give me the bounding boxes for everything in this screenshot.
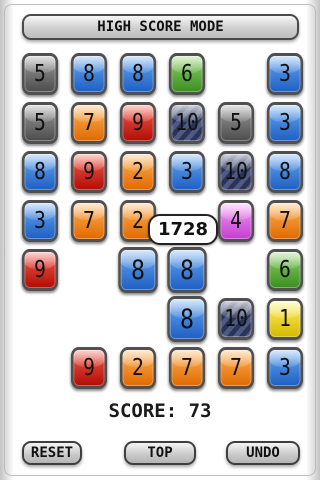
tile-r4-c0[interactable]: 9: [21, 249, 59, 291]
tile-r3-c1[interactable]: 7: [70, 200, 108, 242]
tile-r6-c1[interactable]: 9: [70, 347, 108, 389]
tile-r4-c5[interactable]: 6: [266, 249, 304, 291]
tile-value: 7: [181, 355, 193, 381]
tile-r2-c0[interactable]: 8: [21, 151, 59, 193]
tile-value: 8: [179, 254, 194, 286]
tile-value: 8: [34, 159, 46, 185]
tile-value: 2: [132, 355, 144, 381]
tile-value: 7: [279, 208, 291, 234]
tile-r6-c5[interactable]: 3: [266, 347, 304, 389]
tile-value: 10: [175, 110, 199, 136]
tile-value: 10: [224, 159, 248, 185]
tile-r0-c0[interactable]: 5: [21, 53, 59, 95]
tile-value: 9: [132, 110, 144, 136]
tile-r3-c0[interactable]: 3: [21, 200, 59, 242]
tile-r2-c1[interactable]: 9: [70, 151, 108, 193]
tile-value: 9: [83, 355, 95, 381]
tile-value: 9: [83, 159, 95, 185]
selection-score-bubble: 1728: [148, 214, 218, 245]
tile-value: 6: [181, 61, 193, 87]
tile-value: 7: [230, 355, 242, 381]
tile-value: 8: [83, 61, 95, 87]
tile-r6-c2[interactable]: 2: [119, 347, 157, 389]
tile-value: 3: [34, 208, 46, 234]
tile-value: 3: [181, 159, 193, 185]
tile-r2-c3[interactable]: 3: [168, 151, 206, 193]
undo-button[interactable]: UNDO: [226, 441, 300, 465]
tile-r0-c5[interactable]: 3: [266, 53, 304, 95]
tile-value: 5: [34, 110, 46, 136]
tile-r5-c5[interactable]: 1: [266, 298, 304, 340]
tile-r1-c1[interactable]: 7: [70, 102, 108, 144]
tile-value: 6: [279, 257, 291, 283]
tile-value: 7: [83, 110, 95, 136]
tile-r0-c3[interactable]: 6: [168, 53, 206, 95]
tile-value: 3: [279, 110, 291, 136]
tile-value: 3: [279, 61, 291, 87]
reset-button[interactable]: RESET: [22, 441, 82, 465]
tile-r4-c2[interactable]: 8: [118, 247, 158, 293]
tile-value: 8: [132, 61, 144, 87]
tile-r2-c4[interactable]: 10: [217, 151, 255, 193]
tile-r5-c4[interactable]: 10: [217, 298, 255, 340]
tile-value: 9: [34, 257, 46, 283]
tile-value: 3: [279, 355, 291, 381]
tile-value: 7: [83, 208, 95, 234]
tile-r1-c5[interactable]: 3: [266, 102, 304, 144]
tile-r3-c4[interactable]: 4: [217, 200, 255, 242]
tile-r5-c3[interactable]: 8: [167, 296, 207, 342]
score-value: 73: [188, 400, 212, 422]
tile-value: 8: [279, 159, 291, 185]
tile-value: 8: [130, 254, 145, 286]
tile-value: 5: [230, 110, 242, 136]
selection-score-value: 1728: [157, 219, 209, 240]
tile-r4-c3[interactable]: 8: [167, 247, 207, 293]
tile-r1-c2[interactable]: 9: [119, 102, 157, 144]
tile-r1-c3[interactable]: 10: [168, 102, 206, 144]
top-button-label: TOP: [147, 445, 173, 461]
tile-value: 4: [230, 208, 242, 234]
tile-r2-c5[interactable]: 8: [266, 151, 304, 193]
undo-button-label: UNDO: [246, 445, 280, 461]
tile-r2-c2[interactable]: 2: [119, 151, 157, 193]
reset-button-label: RESET: [30, 445, 74, 461]
tile-value: 10: [224, 306, 248, 332]
top-button[interactable]: TOP: [124, 441, 196, 465]
score-label: SCORE:: [108, 400, 178, 422]
tile-r6-c4[interactable]: 7: [217, 347, 255, 389]
tile-value: 5: [34, 61, 46, 87]
tile-r0-c1[interactable]: 8: [70, 53, 108, 95]
tile-value: 2: [132, 208, 144, 234]
tile-value: 2: [132, 159, 144, 185]
tile-value: 1: [279, 306, 291, 332]
tile-r6-c3[interactable]: 7: [168, 347, 206, 389]
score-display: SCORE: 73: [0, 400, 320, 422]
tile-r1-c0[interactable]: 5: [21, 102, 59, 144]
tile-r0-c2[interactable]: 8: [119, 53, 157, 95]
tile-r1-c4[interactable]: 5: [217, 102, 255, 144]
game-board: 5 8 8 6 3 5 7 9 10 5 3 8 9 2 3 10 8 3 7 2 4 7 9 8 8 6 8 10 1 9 2 7 7 3: [0, 0, 320, 400]
tile-value: 8: [179, 303, 194, 335]
tile-r3-c5[interactable]: 7: [266, 200, 304, 242]
